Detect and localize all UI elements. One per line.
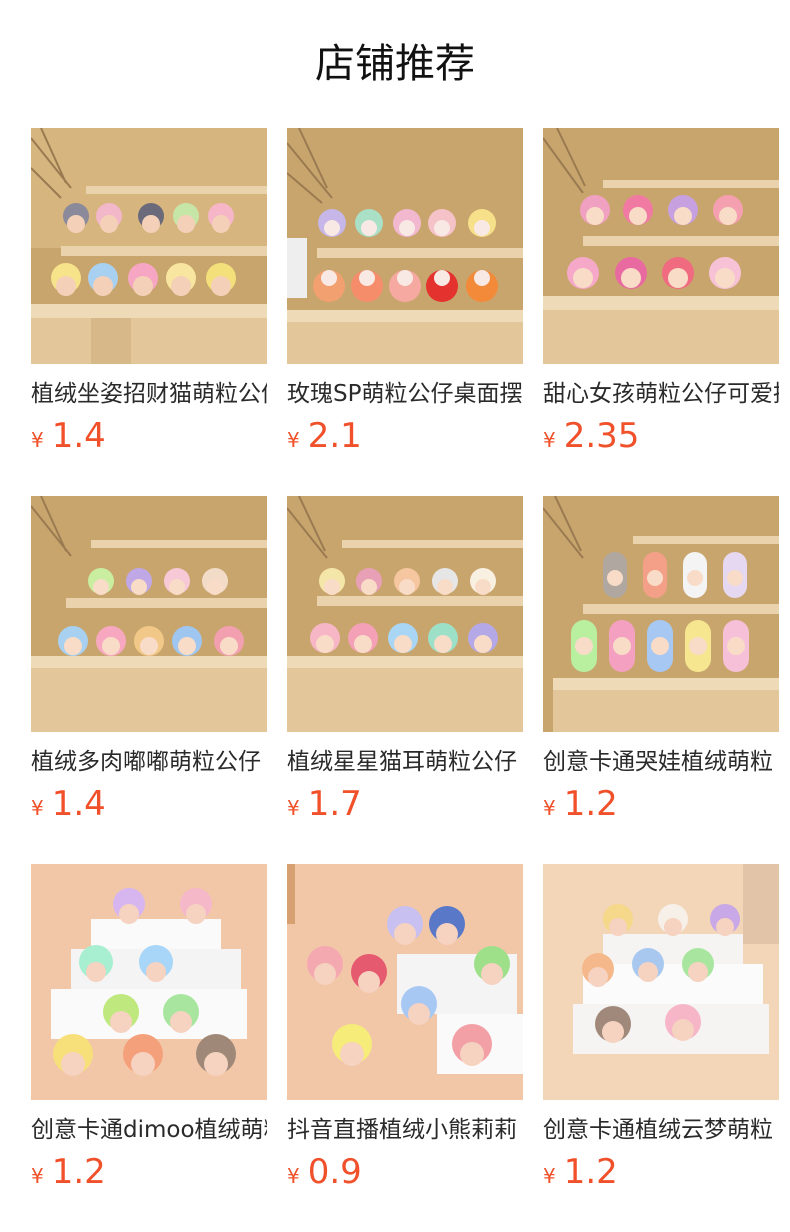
product-price: ¥ 1.4 bbox=[31, 414, 106, 458]
section-title: 店铺推荐 bbox=[315, 41, 475, 87]
product-image[interactable] bbox=[543, 864, 779, 1100]
product-card[interactable]: 甜心女孩萌粒公仔可爱摆件 ¥ 2.35 bbox=[543, 128, 779, 496]
price-value: 2.35 bbox=[563, 416, 640, 456]
product-image[interactable] bbox=[287, 128, 523, 364]
product-price: ¥ 0.9 bbox=[287, 1150, 362, 1194]
product-card[interactable]: 创意卡通植绒云梦萌粒 ¥ 1.2 bbox=[543, 864, 779, 1232]
product-card[interactable]: 植绒坐姿招财猫萌粒公仔 ¥ 1.4 bbox=[31, 128, 267, 496]
product-card[interactable]: 植绒星星猫耳萌粒公仔 ¥ 1.7 bbox=[287, 496, 523, 864]
currency-symbol: ¥ bbox=[543, 796, 556, 820]
product-card[interactable]: 创意卡通哭娃植绒萌粒 ¥ 1.2 bbox=[543, 496, 779, 864]
product-name[interactable]: 玫瑰SP萌粒公仔桌面摆件 bbox=[287, 376, 523, 412]
currency-symbol: ¥ bbox=[543, 1164, 556, 1188]
currency-symbol: ¥ bbox=[287, 796, 300, 820]
price-value: 1.2 bbox=[563, 1152, 618, 1192]
product-price: ¥ 1.2 bbox=[31, 1150, 106, 1194]
product-price: ¥ 1.2 bbox=[543, 1150, 618, 1194]
product-name[interactable]: 创意卡通植绒云梦萌粒 bbox=[543, 1112, 779, 1148]
currency-symbol: ¥ bbox=[287, 1164, 300, 1188]
price-value: 1.7 bbox=[307, 784, 362, 824]
product-price: ¥ 2.1 bbox=[287, 414, 362, 458]
product-image[interactable] bbox=[31, 128, 267, 364]
product-image[interactable] bbox=[543, 128, 779, 364]
currency-symbol: ¥ bbox=[287, 428, 300, 452]
price-value: 1.4 bbox=[51, 784, 106, 824]
currency-symbol: ¥ bbox=[31, 796, 44, 820]
shop-recommend-page: 店铺推荐 植绒坐姿招财猫萌粒公仔 ¥ 1.4 玫瑰SP萌粒公仔桌面摆件 ¥ 2.… bbox=[0, 0, 790, 1232]
product-card[interactable]: 创意卡通dimoo植绒萌粒 ¥ 1.2 bbox=[31, 864, 267, 1232]
product-image[interactable] bbox=[543, 496, 779, 732]
product-price: ¥ 1.7 bbox=[287, 782, 362, 826]
currency-symbol: ¥ bbox=[543, 428, 556, 452]
product-image[interactable] bbox=[31, 864, 267, 1100]
price-value: 1.4 bbox=[51, 416, 106, 456]
product-name[interactable]: 创意卡通哭娃植绒萌粒 bbox=[543, 744, 779, 780]
currency-symbol: ¥ bbox=[31, 1164, 44, 1188]
price-value: 1.2 bbox=[563, 784, 618, 824]
price-value: 0.9 bbox=[307, 1152, 362, 1192]
product-card[interactable]: 抖音直播植绒小熊莉莉 ¥ 0.9 bbox=[287, 864, 523, 1232]
product-grid: 植绒坐姿招财猫萌粒公仔 ¥ 1.4 玫瑰SP萌粒公仔桌面摆件 ¥ 2.1 甜心女… bbox=[31, 128, 779, 1232]
product-image[interactable] bbox=[287, 496, 523, 732]
product-image[interactable] bbox=[287, 864, 523, 1100]
product-price: ¥ 2.35 bbox=[543, 414, 639, 458]
product-image[interactable] bbox=[31, 496, 267, 732]
product-price: ¥ 1.2 bbox=[543, 782, 618, 826]
product-name[interactable]: 植绒坐姿招财猫萌粒公仔 bbox=[31, 376, 267, 412]
product-price: ¥ 1.4 bbox=[31, 782, 106, 826]
product-card[interactable]: 植绒多肉嘟嘟萌粒公仔 ¥ 1.4 bbox=[31, 496, 267, 864]
product-card[interactable]: 玫瑰SP萌粒公仔桌面摆件 ¥ 2.1 bbox=[287, 128, 523, 496]
price-value: 1.2 bbox=[51, 1152, 106, 1192]
product-name[interactable]: 创意卡通dimoo植绒萌粒 bbox=[31, 1112, 267, 1148]
price-value: 2.1 bbox=[307, 416, 362, 456]
product-name[interactable]: 植绒星星猫耳萌粒公仔 bbox=[287, 744, 523, 780]
product-name[interactable]: 抖音直播植绒小熊莉莉 bbox=[287, 1112, 523, 1148]
currency-symbol: ¥ bbox=[31, 428, 44, 452]
product-name[interactable]: 甜心女孩萌粒公仔可爱摆件 bbox=[543, 376, 779, 412]
product-name[interactable]: 植绒多肉嘟嘟萌粒公仔 bbox=[31, 744, 267, 780]
